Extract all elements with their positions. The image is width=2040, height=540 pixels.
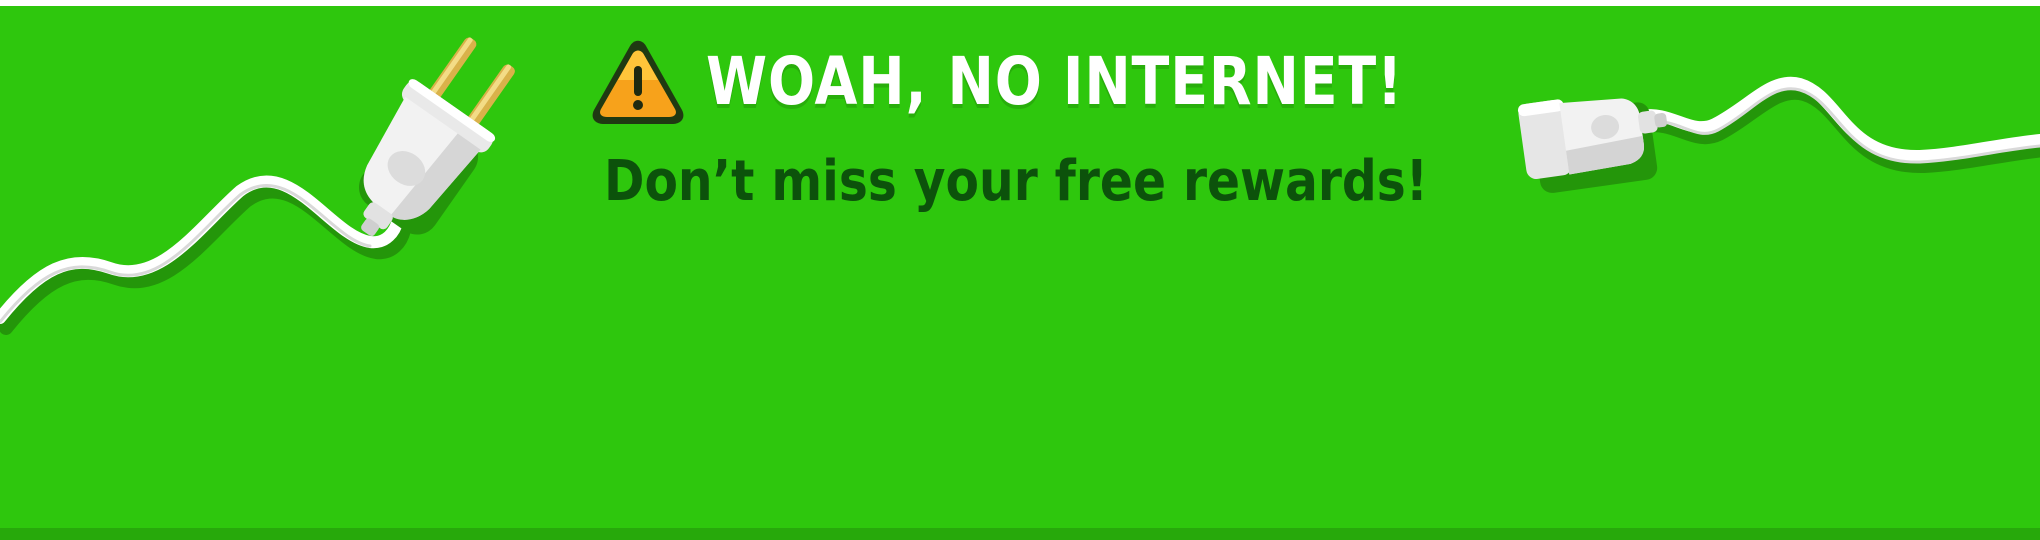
no-internet-banner: WOAH, NO INTERNET! Don’t miss your free … xyxy=(0,6,2040,540)
extension-socket-icon xyxy=(1517,98,1668,193)
warning-triangle-icon xyxy=(592,40,684,124)
headline-row: WOAH, NO INTERNET! xyxy=(590,32,1536,132)
banner-bottom-edge xyxy=(0,528,2040,540)
electric-plug-icon xyxy=(359,37,515,237)
subheadline: Don’t miss your free rewards! xyxy=(604,149,1429,214)
headline: WOAH, NO INTERNET! xyxy=(706,43,1404,120)
